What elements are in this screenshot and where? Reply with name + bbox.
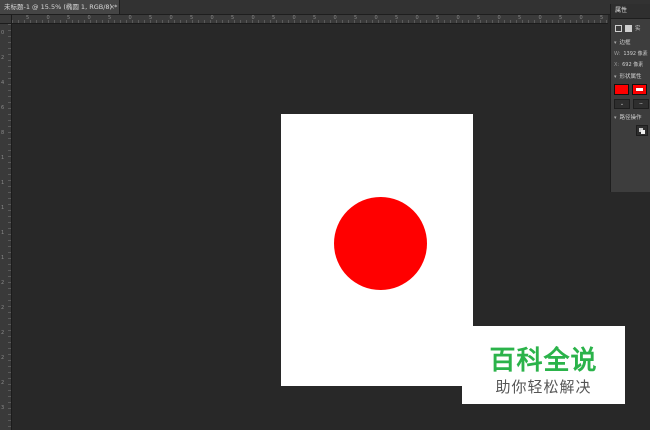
- ruler-tick-label: 0: [456, 15, 460, 21]
- width-field[interactable]: W: 1392 像素: [611, 50, 650, 57]
- section-path-operations[interactable]: ▾ 路径操作: [611, 113, 650, 121]
- ruler-tick-label: 5: [518, 15, 522, 21]
- x-field[interactable]: X: 692 像素: [611, 61, 650, 68]
- horizontal-ruler[interactable]: 5 0 5 0 5 0 5 0 5 0 5 0 5 0 5 0 5 0 5 0 5 0 5 0 5 0 5 0 5: [12, 15, 608, 24]
- ruler-tick-label: 5: [108, 15, 112, 21]
- ruler-tick-label: 5: [272, 15, 276, 21]
- ruler-tick-label: 1: [1, 180, 5, 186]
- stroke-width-dropdown[interactable]: ⌄: [614, 99, 630, 109]
- watermark: 百科全说 助你轻松解决: [462, 326, 625, 404]
- chevron-down-icon: ▾: [614, 40, 617, 46]
- ruler-tick-label: 0: [579, 15, 583, 21]
- properties-panel-title[interactable]: 属性: [611, 4, 650, 19]
- ruler-tick-label: 0: [87, 15, 91, 21]
- ruler-tick-label: 3: [1, 405, 5, 411]
- ruler-tick-label: 2: [1, 305, 5, 311]
- ruler-tick-label: 0: [374, 15, 378, 21]
- ruler-tick-label: 0: [497, 15, 501, 21]
- ruler-tick-label: 2: [1, 355, 5, 361]
- ruler-tick-label: 2: [1, 55, 5, 61]
- ruler-tick-label: 5: [436, 15, 440, 21]
- section-shape-properties[interactable]: ▾ 形状属性: [611, 72, 650, 80]
- watermark-subtitle: 助你轻松解决: [495, 378, 592, 396]
- red-ellipse-shape[interactable]: [334, 197, 427, 290]
- stroke-type-dropdown[interactable]: ∽: [633, 99, 649, 109]
- ruler-tick-label: 5: [26, 15, 30, 21]
- layer-type-icon[interactable]: [615, 24, 622, 32]
- document-tab-title: 未标题-1 @ 15.5% (椭圆 1, RGB/8) *: [4, 3, 118, 11]
- ruler-tick-label: 1: [1, 205, 5, 211]
- ruler-tick-label: 0: [210, 15, 214, 21]
- watermark-title: 百科全说: [489, 346, 598, 376]
- ruler-tick-label: 1: [1, 230, 5, 236]
- ruler-tick-label: 5: [190, 15, 194, 21]
- ruler-tick-label: 0: [169, 15, 173, 21]
- ruler-tick-label: 5: [149, 15, 153, 21]
- chevron-down-icon: ▾: [614, 115, 617, 121]
- ruler-tick-label: 1: [1, 155, 5, 161]
- canvas-artboard[interactable]: [281, 114, 473, 386]
- ruler-tick-label: 8: [1, 130, 5, 136]
- ruler-tick-label: 1: [1, 255, 5, 261]
- document-tab[interactable]: 未标题-1 @ 15.5% (椭圆 1, RGB/8) * ×: [0, 0, 120, 14]
- mask-icon[interactable]: [625, 24, 632, 32]
- section-border[interactable]: ▾ 边框: [611, 38, 650, 46]
- stroke-color-swatch[interactable]: [632, 84, 647, 95]
- ruler-tick-label: 0: [1, 30, 5, 36]
- ruler-tick-label: 2: [1, 330, 5, 336]
- ruler-tick-label: 2: [1, 280, 5, 286]
- fill-color-swatch[interactable]: [614, 84, 629, 95]
- ruler-tick-label: 0: [415, 15, 419, 21]
- ruler-tick-label: 0: [128, 15, 132, 21]
- ruler-tick-label: 5: [477, 15, 481, 21]
- ruler-tick-label: 5: [313, 15, 317, 21]
- properties-panel: 属性 实 ▾ 边框 W: 1392 像素 X: 692 像素 ▾ 形状属性 ⌄ ∽ ▾ 路…: [610, 4, 650, 192]
- document-tab-bar: 未标题-1 @ 15.5% (椭圆 1, RGB/8) * ×: [0, 0, 650, 15]
- ruler-tick-label: 5: [395, 15, 399, 21]
- ruler-tick-label: 5: [600, 15, 604, 21]
- path-operations-button[interactable]: [636, 125, 648, 136]
- ruler-tick-label: 5: [67, 15, 71, 21]
- shape-type-label: 实: [635, 26, 641, 32]
- ruler-tick-label: 0: [538, 15, 542, 21]
- ruler-corner: [0, 15, 12, 24]
- ruler-tick-label: 5: [354, 15, 358, 21]
- ruler-tick-label: 0: [46, 15, 50, 21]
- ruler-tick-label: 0: [251, 15, 255, 21]
- ruler-tick-label: 5: [231, 15, 235, 21]
- ruler-tick-label: 0: [333, 15, 337, 21]
- close-icon[interactable]: ×: [109, 0, 115, 14]
- ruler-tick-label: 0: [292, 15, 296, 21]
- ruler-tick-label: 2: [1, 380, 5, 386]
- ruler-tick-label: 4: [1, 80, 5, 86]
- ruler-tick-label: 6: [1, 105, 5, 111]
- vertical-ruler[interactable]: 0 2 4 6 8 1 1 1 1 1 2 2 2 2 2 3: [0, 24, 12, 430]
- chevron-down-icon: ▾: [614, 74, 617, 80]
- ruler-tick-label: 5: [559, 15, 563, 21]
